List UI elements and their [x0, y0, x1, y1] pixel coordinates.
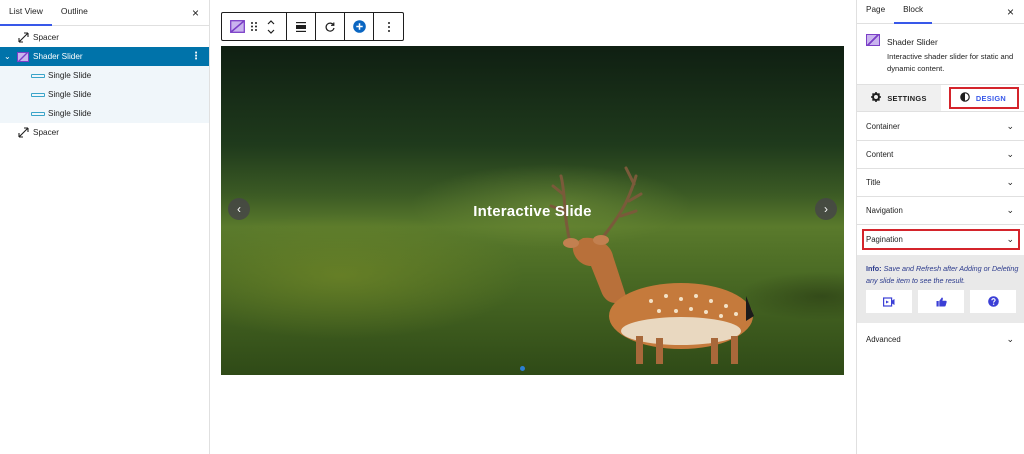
- tab-list-view[interactable]: List View: [0, 6, 52, 26]
- sidebar-tabs: Page Block ×: [857, 0, 1024, 24]
- pagination-dot[interactable]: [520, 366, 525, 371]
- accordion-label: Container: [866, 122, 900, 131]
- tab-settings[interactable]: SETTINGS: [857, 85, 941, 111]
- add-icon[interactable]: [352, 20, 366, 33]
- block-tree: Spacer ⌄ Shader Slider ⋮ Single Slide Si…: [0, 26, 209, 142]
- accordion-navigation[interactable]: Navigation ⌄: [857, 197, 1024, 225]
- toolbar-group-align: [287, 13, 316, 40]
- info-label: Info:: [866, 264, 882, 273]
- shader-slider-icon: [17, 51, 29, 63]
- block-name: Shader Slider: [887, 37, 938, 47]
- list-view-tabs: List View Outline ×: [0, 0, 209, 26]
- info-message: Info: Save and Refresh after Adding or D…: [866, 263, 1020, 287]
- more-options-icon[interactable]: ⋮: [191, 51, 201, 62]
- move-up-down-icon[interactable]: [261, 18, 281, 36]
- deer-image: [549, 166, 754, 364]
- accordion-container[interactable]: Container ⌄: [857, 113, 1024, 141]
- info-panel: Info: Save and Refresh after Adding or D…: [857, 255, 1024, 323]
- chevron-down-icon: ⌄: [1006, 149, 1014, 159]
- drag-handle-icon[interactable]: [247, 21, 261, 32]
- list-item-selected[interactable]: ⌄ Shader Slider ⋮: [0, 47, 209, 66]
- prev-slide-button[interactable]: ‹: [228, 198, 250, 220]
- list-item[interactable]: Single Slide: [0, 66, 209, 85]
- help-button[interactable]: [970, 290, 1016, 313]
- chevron-down-icon: ⌄: [1006, 333, 1014, 344]
- accordion-content[interactable]: Content ⌄: [857, 141, 1024, 169]
- toolbar-group-more: [374, 13, 403, 40]
- tab-design-label: DESIGN: [975, 93, 1007, 103]
- close-icon[interactable]: ×: [192, 6, 199, 20]
- more-options-icon[interactable]: [387, 21, 391, 33]
- help-icon: [987, 296, 999, 307]
- list-view-panel: List View Outline × Spacer ⌄ Shader Slid…: [0, 0, 210, 454]
- list-item-label: Spacer: [33, 33, 59, 42]
- thumbs-up-icon: [936, 297, 947, 306]
- list-item-label: Single Slide: [48, 109, 92, 118]
- list-item-label: Spacer: [33, 128, 59, 137]
- chevron-down-icon: ⌄: [1006, 205, 1014, 215]
- tab-design[interactable]: DESIGN: [941, 85, 1024, 111]
- align-icon[interactable]: [295, 21, 307, 33]
- chevron-down-icon: ⌄: [1006, 121, 1014, 131]
- chevron-down-icon[interactable]: ⌄: [4, 52, 11, 61]
- list-item-label: Single Slide: [48, 71, 92, 80]
- settings-design-tabs: SETTINGS DESIGN: [857, 84, 1024, 112]
- editor-root: List View Outline × Spacer ⌄ Shader Slid…: [0, 0, 1024, 454]
- next-slide-button[interactable]: ›: [815, 198, 837, 220]
- tab-settings-label: SETTINGS: [887, 93, 927, 103]
- accordion-label: Title: [866, 178, 881, 187]
- shader-slider-icon: [866, 34, 880, 46]
- close-icon[interactable]: ×: [1007, 5, 1014, 19]
- gear-icon: [871, 92, 882, 104]
- list-item-label: Single Slide: [48, 90, 92, 99]
- accordion-label: Pagination: [866, 234, 903, 244]
- accordion-label: Content: [866, 150, 894, 159]
- list-item-label: Shader Slider: [33, 52, 83, 61]
- block-description: Interactive shader slider for static and…: [887, 52, 1014, 73]
- list-item[interactable]: Single Slide: [0, 104, 209, 123]
- chevron-right-icon: ›: [824, 202, 828, 216]
- toolbar-group-block: [222, 13, 287, 40]
- video-tutorial-button[interactable]: [866, 290, 912, 313]
- resize-arrows-icon: [17, 127, 29, 139]
- rate-button[interactable]: [918, 290, 964, 313]
- chevron-left-icon: ‹: [237, 202, 241, 216]
- contrast-icon: [960, 92, 970, 104]
- slide-title: Interactive Slide: [473, 203, 592, 220]
- accordion-label: Navigation: [866, 206, 903, 215]
- block-toolbar: [221, 12, 404, 41]
- chevron-up-icon: ⌄: [1006, 233, 1014, 244]
- slide-icon: [31, 111, 45, 116]
- accordion-label: Advanced: [866, 334, 901, 344]
- list-item[interactable]: Spacer: [0, 28, 209, 47]
- chevron-down-icon: ⌄: [1006, 177, 1014, 187]
- accordion-title[interactable]: Title ⌄: [857, 169, 1024, 197]
- shader-slider-icon[interactable]: [227, 20, 247, 33]
- toolbar-group-add: [345, 13, 374, 40]
- refresh-icon[interactable]: [324, 21, 336, 33]
- slide-icon: [31, 92, 45, 97]
- resize-arrows-icon: [17, 32, 29, 44]
- list-item[interactable]: Spacer: [0, 123, 209, 142]
- tab-block[interactable]: Block: [894, 5, 933, 24]
- tab-page[interactable]: Page: [857, 5, 894, 23]
- slide-icon: [31, 73, 45, 78]
- settings-sidebar: Page Block × Shader Slider Interactive s…: [856, 0, 1024, 454]
- video-icon: [883, 296, 895, 307]
- accordion-advanced[interactable]: Advanced ⌄: [857, 325, 1024, 353]
- toolbar-group-refresh: [316, 13, 345, 40]
- tab-outline[interactable]: Outline: [52, 6, 97, 25]
- list-item[interactable]: Single Slide: [0, 85, 209, 104]
- accordion-pagination[interactable]: Pagination ⌄: [857, 225, 1024, 253]
- info-text: Save and Refresh after Adding or Deletin…: [866, 264, 1019, 285]
- shader-slider-preview[interactable]: Interactive Slide ‹ ›: [221, 46, 844, 375]
